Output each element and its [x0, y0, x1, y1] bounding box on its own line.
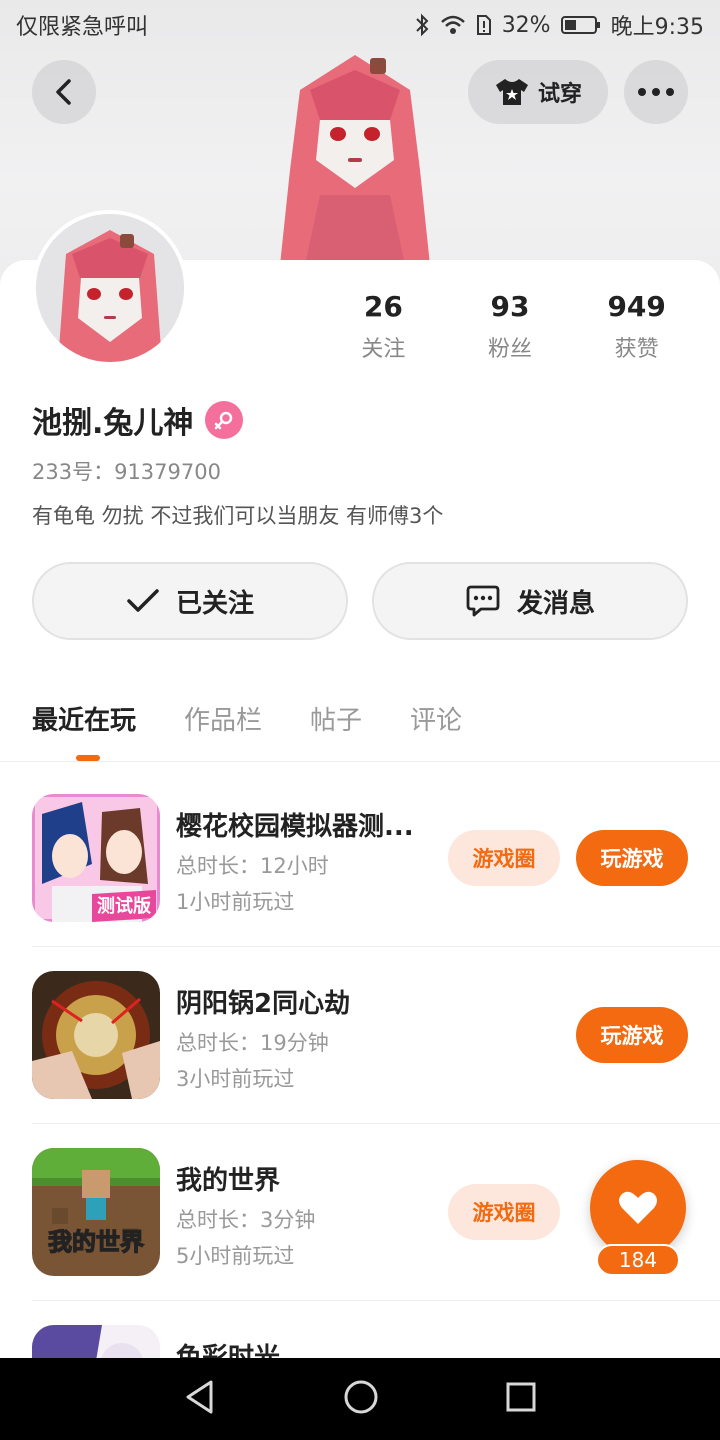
game-circle-button[interactable]: 游戏圈	[448, 830, 560, 886]
game-icon-yinyang-pot[interactable]	[32, 971, 160, 1099]
followed-label: 已关注	[175, 588, 254, 619]
nav-home-icon[interactable]	[343, 1379, 379, 1419]
character-illustration	[280, 55, 430, 265]
profile-tabs: 最近在玩 作品栏 帖子 评论	[32, 700, 462, 737]
nav-recents-icon[interactable]	[505, 1381, 537, 1417]
nav-back-icon[interactable]	[183, 1379, 217, 1419]
outfit-icon	[495, 79, 528, 105]
game-icon-minecraft[interactable]: 我的世界	[32, 1148, 160, 1276]
female-icon	[205, 401, 244, 439]
game-total-duration: 总时长：12小时	[176, 854, 329, 878]
clock-time: 晚上9:35	[610, 15, 704, 40]
play-game-button[interactable]: 玩游戏	[576, 1007, 688, 1063]
avatar-image	[36, 214, 184, 362]
followed-button[interactable]: 已关注	[32, 562, 348, 640]
game-last-played: 3小时前玩过	[176, 1067, 295, 1091]
tab-works[interactable]: 作品栏	[184, 700, 262, 737]
game-total-duration: 总时长：3分钟	[176, 1208, 316, 1232]
user-bio: 有龟龟 勿扰 不过我们可以当朋友 有师傅3个	[32, 504, 444, 528]
try-on-label: 试穿	[537, 82, 582, 107]
heart-icon	[619, 1191, 657, 1224]
list-item[interactable]: 阴阳锅2同心劫 总时长：19分钟 3小时前玩过 玩游戏	[0, 947, 720, 1124]
tab-posts[interactable]: 帖子	[310, 700, 362, 737]
list-item[interactable]: 测试版 樱花校园模拟器测... 总时长：12小时 1小时前玩过 游戏圈 玩游戏	[0, 770, 720, 947]
stat-likes[interactable]: 949 获赞	[573, 290, 700, 363]
send-message-label: 发消息	[516, 588, 595, 619]
game-icon-text: 我的世界	[48, 1228, 144, 1256]
user-name: 池捌.兔儿神	[32, 406, 194, 441]
stat-number: 949	[607, 290, 666, 323]
stat-label: 粉丝	[488, 337, 533, 362]
profile-stats: 26 关注 93 粉丝 949 获赞	[320, 290, 700, 363]
recent-games-list: 测试版 樱花校园模拟器测... 总时长：12小时 1小时前玩过 游戏圈 玩游戏 …	[0, 770, 720, 1440]
chat-bubble-icon	[466, 585, 500, 617]
status-bar: 仅限紧急呼叫 32% 晚上9:35	[0, 0, 720, 50]
game-title[interactable]: 阴阳锅2同心劫	[176, 983, 426, 1020]
bluetooth-icon	[414, 13, 430, 37]
carrier-text: 仅限紧急呼叫	[16, 15, 149, 40]
game-icon-sakura-school[interactable]: 测试版	[32, 794, 160, 922]
more-dots-icon	[638, 88, 674, 96]
system-navigation-bar	[0, 1358, 720, 1440]
tab-recently-played[interactable]: 最近在玩	[32, 700, 136, 737]
battery-icon	[560, 15, 601, 35]
back-button[interactable]	[32, 60, 96, 124]
avatar[interactable]	[32, 210, 188, 366]
game-last-played: 1小时前玩过	[176, 890, 295, 914]
more-options-button[interactable]	[624, 60, 688, 124]
checkmark-icon	[127, 589, 159, 612]
game-icon-text: 测试版	[97, 895, 151, 917]
game-last-played: 5小时前玩过	[176, 1244, 295, 1268]
try-on-button[interactable]: 试穿	[468, 60, 608, 124]
game-title[interactable]: 我的世界	[176, 1160, 426, 1197]
stat-label: 获赞	[614, 337, 659, 362]
game-title[interactable]: 樱花校园模拟器测...	[176, 806, 426, 843]
game-total-duration: 总时长：19分钟	[176, 1031, 329, 1055]
stat-fans[interactable]: 93 粉丝	[447, 290, 574, 363]
name-row: 池捌.兔儿神	[32, 398, 244, 442]
stat-number: 26	[363, 290, 403, 323]
user-id: 233号：91379700	[32, 460, 221, 484]
like-count-badge: 184	[596, 1244, 680, 1276]
floating-like-button[interactable]	[590, 1160, 686, 1256]
stat-label: 关注	[361, 337, 406, 362]
send-message-button[interactable]: 发消息	[372, 562, 688, 640]
wifi-icon	[440, 14, 466, 36]
play-game-button[interactable]: 玩游戏	[576, 830, 688, 886]
sim-alert-icon	[476, 14, 492, 36]
stat-number: 93	[490, 290, 530, 323]
stat-following[interactable]: 26 关注	[320, 290, 447, 363]
battery-percent: 32%	[501, 12, 551, 38]
game-circle-button[interactable]: 游戏圈	[448, 1184, 560, 1240]
chevron-left-icon	[56, 79, 71, 105]
tabs-divider	[0, 761, 720, 762]
tab-comments[interactable]: 评论	[410, 700, 462, 737]
